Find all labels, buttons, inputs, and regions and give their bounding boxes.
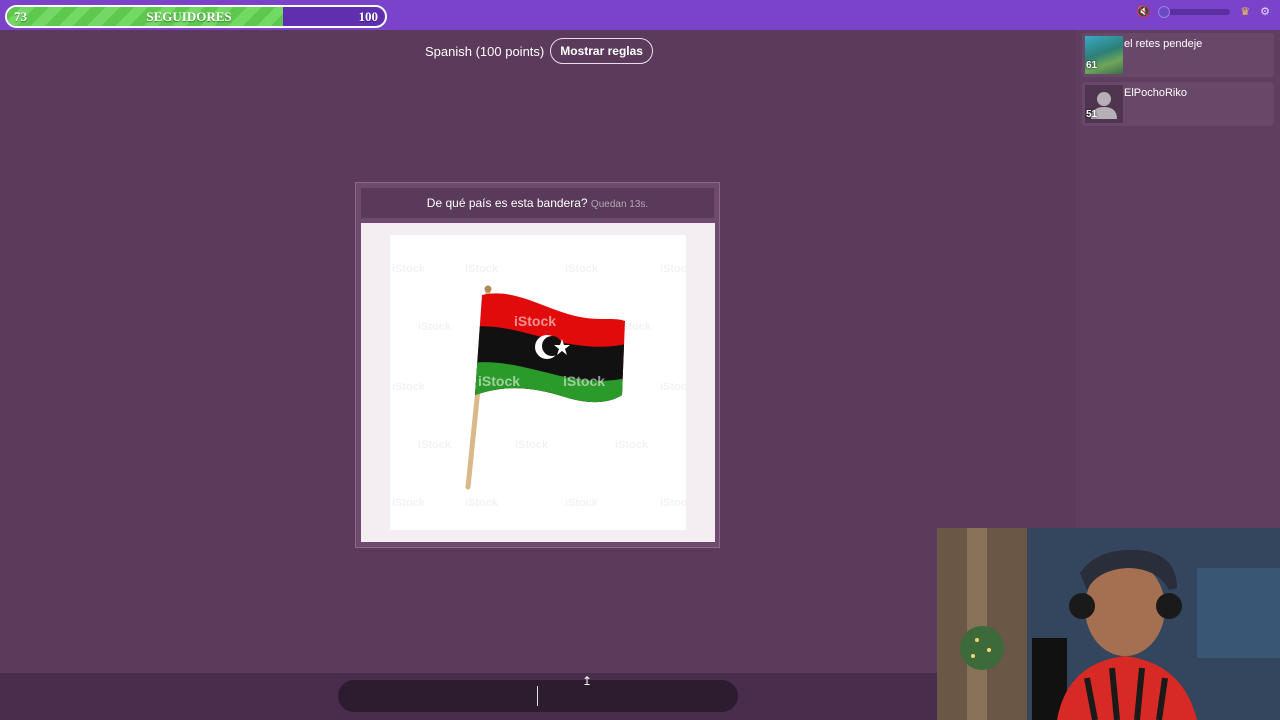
webcam-overlay — [937, 528, 1280, 720]
player-score: 61 — [1086, 60, 1098, 71]
text-caret — [537, 686, 538, 706]
volume-knob[interactable] — [1158, 6, 1171, 18]
watermark-overlay: iStock — [563, 373, 606, 389]
crown-icon[interactable]: ♛ — [1240, 5, 1250, 19]
watermark-overlay: iStock — [478, 373, 521, 389]
answer-input[interactable] — [338, 680, 738, 712]
question-card: De qué país es esta bandera? Quedan 13s.… — [355, 182, 720, 548]
show-rules-button[interactable]: Mostrar reglas — [550, 38, 653, 64]
question-image-frame: iStock iStock iStock iStock iStock iStoc… — [361, 223, 715, 542]
player-name: el retes pendeje — [1124, 38, 1203, 50]
mute-icon[interactable]: 🔇 — [1137, 5, 1151, 19]
flag-image: iStock iStock iStock iStock iStock iStoc… — [390, 235, 686, 530]
goal-target-count: 100 — [358, 9, 379, 24]
player-score: 51 — [1086, 109, 1098, 120]
question-timer: Quedan 13s. — [590, 199, 649, 210]
player-card[interactable]: el retes pendeje 61 — [1082, 33, 1274, 77]
player-card[interactable]: ElPochoRiko 51 — [1082, 82, 1274, 126]
goal-label: SEGUIDORES — [146, 9, 232, 24]
game-info-row: Spanish (100 points) Mostrar reglas — [425, 38, 653, 64]
webcam-feed — [937, 528, 1280, 720]
libya-flag-icon — [465, 285, 625, 490]
question-text: De qué país es esta bandera? — [426, 196, 588, 210]
players-sidebar: el retes pendeje 61 ElPochoRiko 51 — [1076, 30, 1280, 528]
watermark-overlay: iStock — [514, 313, 557, 329]
top-controls: 🔇 ♛ ⚙ — [1137, 5, 1270, 19]
settings-icon[interactable]: ⚙ — [1260, 5, 1270, 19]
question-header: De qué país es esta bandera? Quedan 13s. — [361, 188, 714, 218]
top-bar: 73 SEGUIDORES 100 🔇 ♛ ⚙ — [0, 0, 1280, 30]
player-name: ElPochoRiko — [1124, 87, 1187, 99]
text-cursor-icon: ↥ — [582, 674, 593, 688]
volume-slider[interactable] — [1158, 6, 1231, 18]
follower-goal-bar: 73 SEGUIDORES 100 — [5, 5, 387, 28]
language-points: Spanish (100 points) — [425, 43, 545, 59]
